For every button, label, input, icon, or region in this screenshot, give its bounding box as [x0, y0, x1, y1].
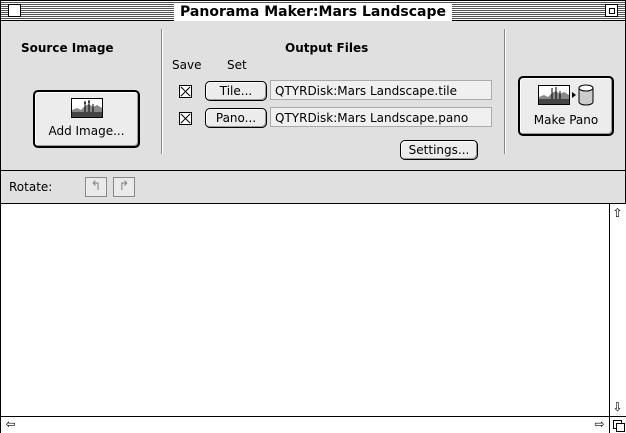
zoom-box[interactable] [605, 4, 618, 17]
grow-box[interactable] [609, 416, 626, 433]
settings-button[interactable]: Settings... [400, 140, 478, 160]
save-column-label: Save [172, 58, 202, 72]
rotate-right-button[interactable]: ↱ [113, 177, 135, 197]
rotate-right-icon: ↱ [118, 179, 130, 194]
output-files-heading: Output Files [285, 41, 369, 55]
make-pano-label: Make Pano [533, 113, 599, 127]
horizontal-scrollbar[interactable]: ⇦ ⇨ [1, 416, 609, 433]
divider-right [504, 29, 505, 154]
title-bar[interactable]: Panorama Maker:Mars Landscape [1, 1, 625, 22]
rotate-bar: Rotate: ↰ ↱ [1, 171, 625, 204]
scroll-right-arrow-icon[interactable]: ⇨ [592, 417, 607, 431]
divider-left [161, 29, 162, 154]
rotate-left-icon: ↰ [90, 179, 102, 194]
panorama-maker-window: Panorama Maker:Mars Landscape Source Ima… [0, 0, 626, 433]
panorama-to-disk-icon [538, 84, 594, 106]
scroll-left-arrow-icon[interactable]: ⇦ [3, 417, 18, 431]
rotate-left-button[interactable]: ↰ [85, 177, 107, 197]
set-tile-button[interactable]: Tile... [205, 81, 267, 101]
scroll-up-arrow-icon[interactable]: ⇧ [610, 206, 625, 220]
set-pano-button[interactable]: Pano... [205, 108, 267, 128]
tile-path-field: QTYRDisk:Mars Landscape.tile [270, 80, 492, 100]
source-image-heading: Source Image [21, 41, 114, 55]
pano-path-field: QTYRDisk:Mars Landscape.pano [270, 107, 492, 127]
make-pano-button[interactable]: Make Pano [519, 77, 613, 135]
scroll-down-arrow-icon[interactable]: ⇩ [610, 400, 625, 414]
save-tile-checkbox[interactable] [179, 85, 192, 98]
add-image-label: Add Image... [48, 124, 125, 138]
add-image-button[interactable]: Add Image... [34, 91, 139, 147]
window-title: Panorama Maker:Mars Landscape [174, 3, 452, 22]
vertical-scrollbar[interactable]: ⇧ ⇩ [609, 204, 626, 416]
image-preview-area [1, 204, 609, 416]
set-column-label: Set [227, 58, 247, 72]
save-pano-checkbox[interactable] [179, 112, 192, 125]
panorama-image-icon [71, 98, 103, 118]
rotate-label: Rotate: [9, 180, 53, 194]
toolbar-panel: Source Image Add Image... Output Files S… [1, 21, 625, 171]
